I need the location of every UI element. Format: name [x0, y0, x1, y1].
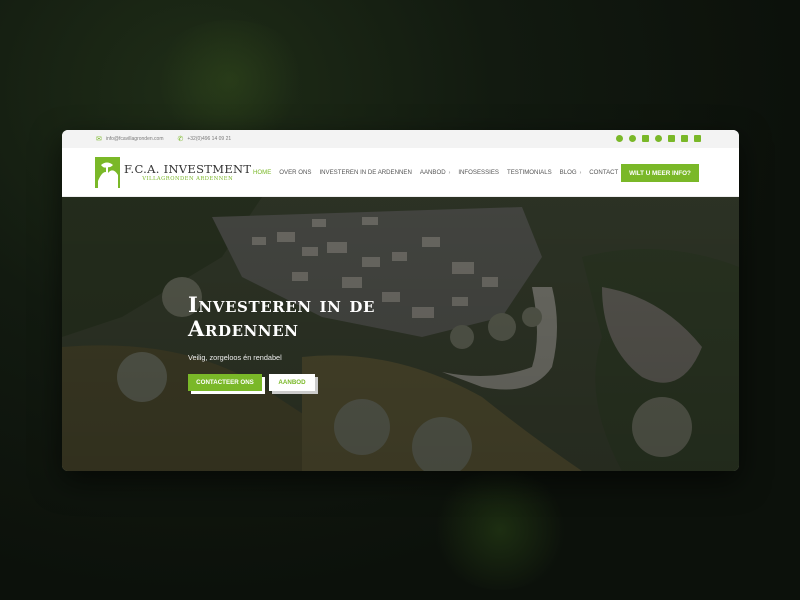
envelope-icon: ✉ — [96, 136, 102, 143]
chevron-right-icon: › — [579, 169, 582, 176]
nav-home[interactable]: HOME — [253, 169, 271, 176]
background-glow — [150, 20, 310, 140]
hero-village-image — [62, 197, 739, 471]
nav-investeren[interactable]: INVESTEREN IN DE ARDENNEN — [319, 169, 411, 176]
offer-button[interactable]: AANBOD — [269, 374, 315, 391]
nav-contact[interactable]: CONTACT — [589, 169, 618, 176]
hero-section: Investeren in de Ardennen Veilig, zorgel… — [62, 197, 739, 471]
hero-subtitle: Veilig, zorgeloos én rendabel — [188, 353, 282, 362]
brand-name: F.C.A. INVESTMENT — [124, 162, 252, 176]
top-info-bar: ✉ info@fcavillagronden.com ✆ +32(0)496 1… — [62, 130, 739, 148]
brand-tagline: VILLAGRONDEN ARDENNEN — [142, 176, 234, 182]
phone-link[interactable]: ✆ +32(0)496 14 09 21 — [177, 135, 231, 143]
facebook-icon[interactable] — [629, 135, 636, 142]
nav-testimonials[interactable]: TESTIMONIALS — [507, 169, 552, 176]
background-glow — [430, 470, 570, 590]
pinterest-icon[interactable] — [655, 135, 662, 142]
nav-aanbod[interactable]: AANBOD › — [420, 169, 450, 176]
nav-blog[interactable]: BLOG › — [560, 169, 582, 176]
rss-icon[interactable] — [694, 135, 701, 142]
nav-infosessies[interactable]: INFOSESSIES — [458, 169, 499, 176]
email-link[interactable]: ✉ info@fcavillagronden.com — [96, 135, 163, 143]
google-icon[interactable] — [616, 135, 623, 142]
chevron-right-icon: › — [448, 169, 451, 176]
browser-window: ✉ info@fcavillagronden.com ✆ +32(0)496 1… — [62, 130, 739, 471]
logo[interactable]: F.C.A. INVESTMENT VILLAGRONDEN ARDENNEN — [95, 157, 251, 188]
main-navbar: F.C.A. INVESTMENT VILLAGRONDEN ARDENNEN … — [62, 148, 739, 197]
phone-text: +32(0)496 14 09 21 — [187, 136, 232, 142]
contact-button[interactable]: CONTACTEER ONS — [188, 374, 262, 391]
phone-icon: ✆ — [177, 136, 184, 143]
email-text: info@fcavillagronden.com — [105, 136, 164, 142]
nav-over-ons[interactable]: OVER ONS — [279, 169, 311, 176]
linkedin-icon[interactable] — [642, 135, 649, 142]
instagram-icon[interactable] — [668, 135, 675, 142]
main-menu: HOME OVER ONS INVESTEREN IN DE ARDENNEN … — [253, 169, 626, 176]
hero-title: Investeren in de Ardennen — [188, 292, 376, 341]
youtube-icon[interactable] — [681, 135, 688, 142]
logo-tree-icon — [95, 157, 120, 188]
social-links — [616, 135, 701, 142]
more-info-button[interactable]: WILT U MEER INFO? — [621, 164, 699, 182]
